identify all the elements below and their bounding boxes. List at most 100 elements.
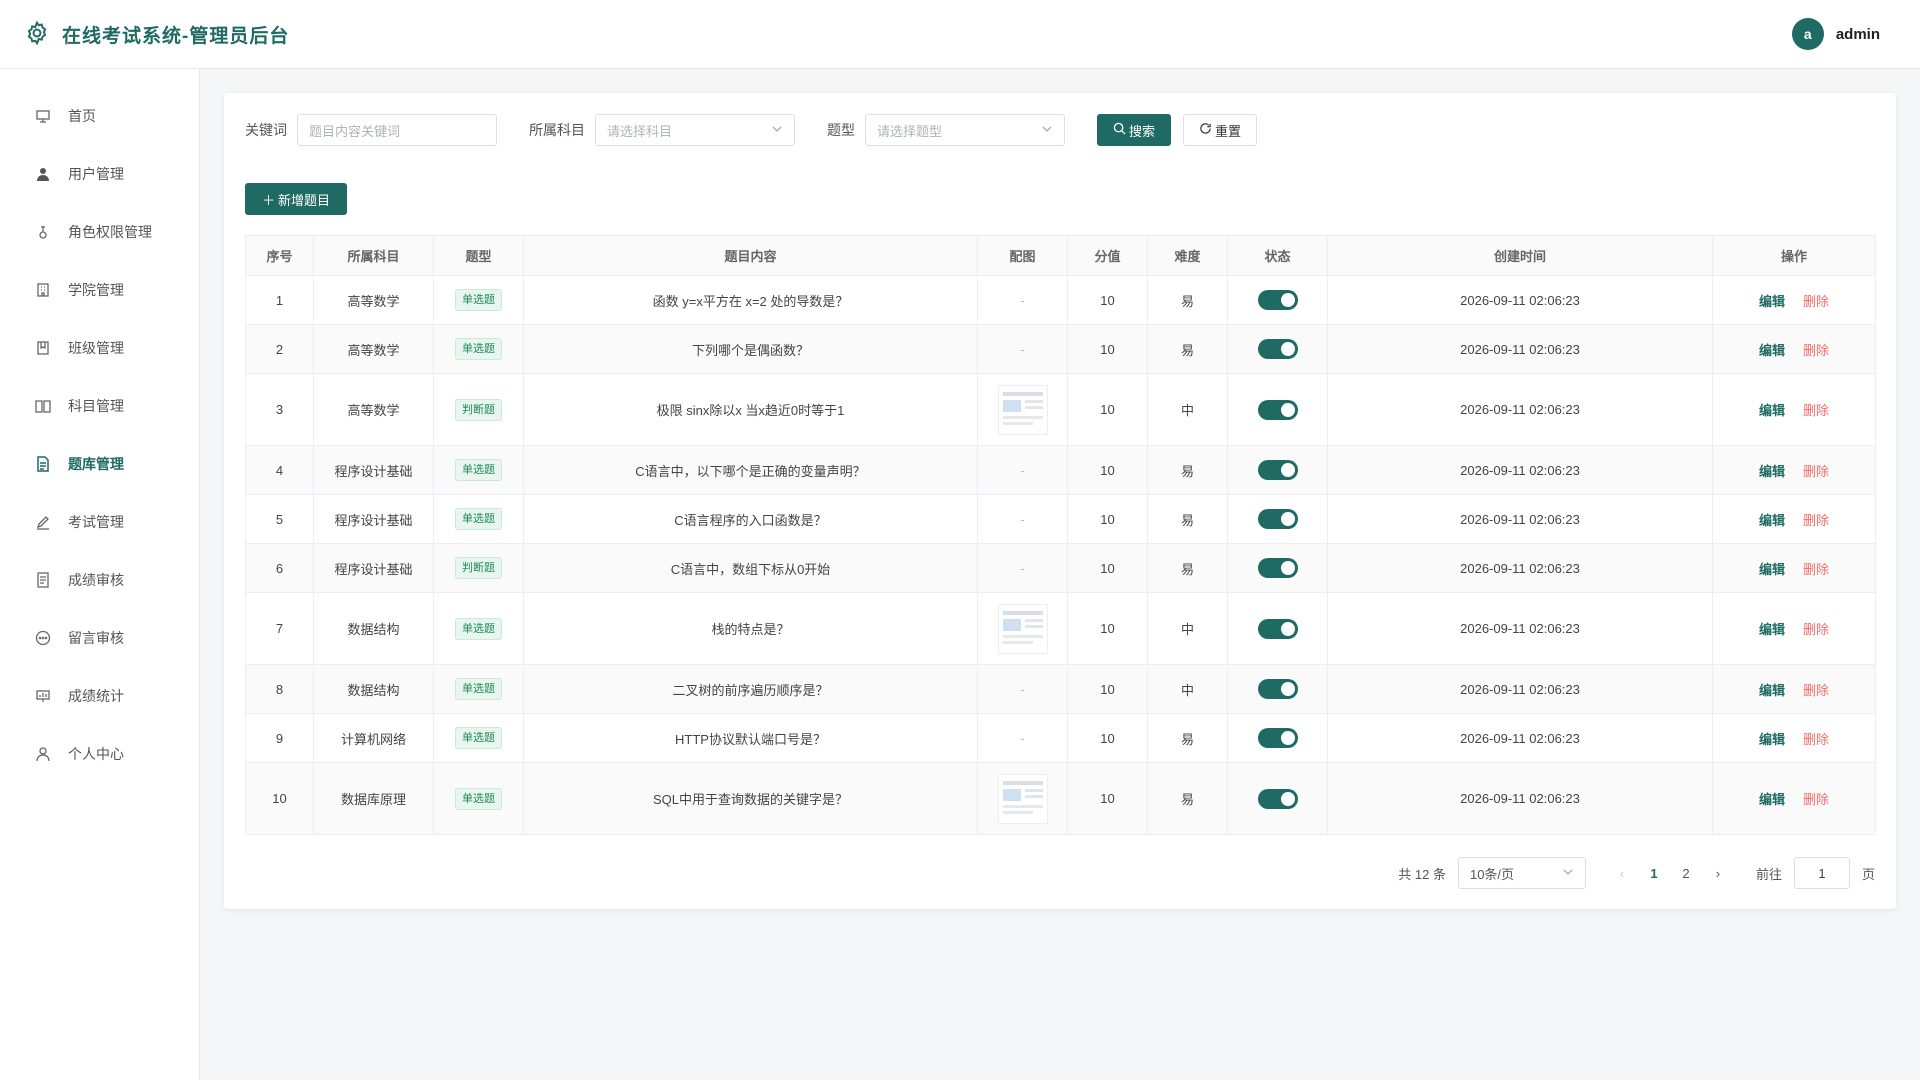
delete-button[interactable]: 删除 [1803,403,1829,418]
status-toggle[interactable] [1257,618,1298,639]
table-row: 9 计算机网络 单选题 HTTP协议默认端口号是？ - 10 易 2026-09-11 02:… [245,713,1876,763]
status-toggle[interactable] [1257,558,1298,578]
cell-actions: 编辑 删除 [1712,543,1876,593]
add-question-button[interactable]: ＋ 新增题目 [245,183,347,215]
no-image: - [1020,511,1025,527]
question-image-thumbnail[interactable] [997,603,1048,654]
delete-button[interactable]: 删除 [1803,732,1829,747]
sidebar-item-6[interactable]: 题库管理 [0,435,199,493]
sidebar-item-0[interactable]: 首页 [0,87,199,145]
no-image: - [1020,560,1025,576]
question-image-thumbnail[interactable] [997,773,1048,824]
type-tag: 单选题 [455,508,502,530]
cell-time: 2026-09-11 02:06:23 [1327,664,1713,714]
cell-status [1227,762,1328,835]
sidebar-item-5[interactable]: 科目管理 [0,377,199,435]
sidebar-item-11[interactable]: 个人中心 [0,725,199,783]
role-icon [34,223,52,241]
edit-button[interactable]: 编辑 [1759,343,1785,358]
delete-button[interactable]: 删除 [1803,562,1829,577]
username[interactable]: admin [1836,26,1880,43]
sidebar-item-label: 留言审核 [68,630,124,646]
search-button[interactable]: 搜索 [1097,114,1171,146]
cell-image[interactable] [977,592,1068,665]
edit-button[interactable]: 编辑 [1759,464,1785,479]
delete-button[interactable]: 删除 [1803,683,1829,698]
delete-button[interactable]: 删除 [1803,513,1829,528]
sidebar-item-label: 班级管理 [68,340,124,356]
table-row: 1 高等数学 单选题 函数 y=x平方在 x=2 处的导数是？ - 10 易 2026-09-… [245,275,1876,325]
delete-button[interactable]: 删除 [1803,343,1829,358]
cell-image[interactable] [977,373,1068,446]
next-page-icon[interactable]: › [1708,866,1728,881]
page-2[interactable]: 2 [1676,866,1696,881]
keyword-input[interactable]: 题目内容关键词 [297,114,497,146]
cell-no: 4 [245,445,314,495]
cell-difficulty: 易 [1147,324,1228,374]
delete-button[interactable]: 删除 [1803,622,1829,637]
subject-placeholder: 请选择科目 [607,123,673,139]
class-icon [34,339,52,357]
sidebar-item-9[interactable]: 留言审核 [0,609,199,667]
stats-icon [34,687,52,705]
edit-button[interactable]: 编辑 [1759,562,1785,577]
brand: 在线考试系统-管理员后台 [24,20,289,49]
delete-button[interactable]: 删除 [1803,792,1829,807]
delete-button[interactable]: 删除 [1803,294,1829,309]
edit-button[interactable]: 编辑 [1759,732,1785,747]
type-tag: 单选题 [455,787,502,810]
subject-select[interactable]: 请选择科目 [595,114,795,146]
edit-button[interactable]: 编辑 [1759,792,1785,807]
message-icon [34,629,52,647]
type-tag: 单选题 [455,617,502,640]
status-toggle[interactable] [1257,728,1298,748]
page-size-select[interactable]: 10条/页 [1457,857,1586,889]
cell-time: 2026-09-11 02:06:23 [1327,543,1713,593]
cell-status [1227,373,1328,446]
sidebar-item-10[interactable]: 成绩统计 [0,667,199,725]
page-1[interactable]: 1 [1644,866,1664,881]
type-select[interactable]: 请选择题型 [865,114,1065,146]
user-menu[interactable]: a admin [1791,18,1896,50]
sidebar-item-8[interactable]: 成绩审核 [0,551,199,609]
status-toggle[interactable] [1257,460,1298,480]
home-icon [34,107,52,125]
cell-content: SQL中用于查询数据的关键字是？ [523,762,978,835]
status-toggle[interactable] [1257,509,1298,529]
edit-button[interactable]: 编辑 [1759,622,1785,637]
status-toggle[interactable] [1257,788,1298,809]
sidebar-item-1[interactable]: 用户管理 [0,145,199,203]
type-tag: 单选题 [455,727,502,749]
status-toggle[interactable] [1257,339,1298,359]
prev-page-icon[interactable]: ‹ [1612,866,1632,881]
edit-button[interactable]: 编辑 [1759,683,1785,698]
sidebar-item-4[interactable]: 班级管理 [0,319,199,377]
cell-image[interactable] [977,762,1068,835]
question-image-thumbnail[interactable] [997,384,1048,435]
status-toggle[interactable] [1257,679,1298,699]
cell-score: 10 [1067,373,1148,446]
edit-button[interactable]: 编辑 [1759,403,1785,418]
sidebar-item-7[interactable]: 考试管理 [0,493,199,551]
goto-page-input[interactable]: 1 [1793,857,1850,889]
cell-image: - [977,713,1068,763]
edit-button[interactable]: 编辑 [1759,294,1785,309]
sidebar-item-3[interactable]: 学院管理 [0,261,199,319]
sidebar-item-label: 角色权限管理 [68,224,152,240]
edit-button[interactable]: 编辑 [1759,513,1785,528]
status-toggle[interactable] [1257,290,1298,310]
app-title: 在线考试系统-管理员后台 [62,25,290,47]
cell-time: 2026-09-11 02:06:23 [1327,494,1713,544]
sidebar-item-2[interactable]: 角色权限管理 [0,203,199,261]
cell-difficulty: 易 [1147,543,1228,593]
cell-time: 2026-09-11 02:06:23 [1327,445,1713,495]
search-icon [1113,122,1126,138]
reset-button[interactable]: 重置 [1183,114,1257,146]
avatar[interactable]: a [1791,18,1824,50]
cell-difficulty: 易 [1147,762,1228,835]
delete-button[interactable]: 删除 [1803,464,1829,479]
profile-icon [34,745,52,763]
cell-time: 2026-09-11 02:06:23 [1327,592,1713,665]
status-toggle[interactable] [1257,399,1298,420]
cell-score: 10 [1067,275,1148,325]
